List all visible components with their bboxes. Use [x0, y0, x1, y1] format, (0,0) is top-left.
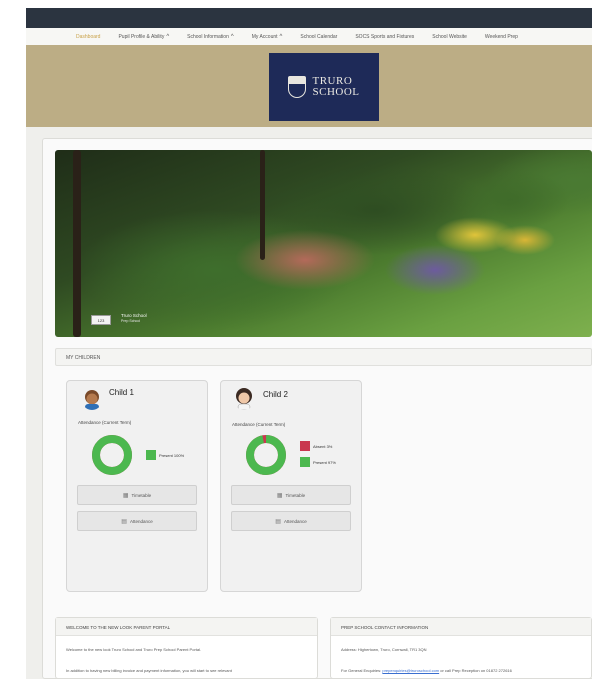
- main-nav: Dashboard Pupil Profile & Ability ^ School …: [26, 28, 592, 45]
- hero-school-subtitle: Prep School: [121, 319, 141, 323]
- welcome-text: In addition to having new billing invoic…: [66, 668, 232, 673]
- legend-present-swatch: [146, 450, 156, 460]
- contact-panel: PREP SCHOOL CONTACT INFORMATION Address:…: [330, 617, 592, 679]
- hero-tree-trunk: [73, 150, 81, 337]
- top-bar: [26, 8, 592, 28]
- attendance-donut: [92, 435, 132, 475]
- nav-item-school-website[interactable]: School Website: [432, 34, 467, 40]
- child-name[interactable]: Child 2: [263, 390, 288, 399]
- nav-item-label: School Calendar: [300, 33, 338, 40]
- my-children-header: MY CHILDREN: [55, 348, 592, 366]
- grid-icon: ▤: [275, 518, 281, 525]
- attendance-button-label: Attendance: [283, 518, 307, 524]
- nav-item-socs-sports-and-fixtures[interactable]: SOCS Sports and Fixtures: [355, 34, 414, 40]
- nav-item-my-account[interactable]: My Account ^: [252, 34, 283, 40]
- nav-item-school-calendar[interactable]: School Calendar: [300, 34, 337, 40]
- hero-badge: 123: [91, 315, 111, 325]
- nav-item-label: School Information: [187, 33, 229, 40]
- calendar-icon: ▦: [276, 492, 283, 499]
- nav-item-label: SOCS Sports and Fixtures: [355, 33, 415, 40]
- chevron-up-icon: ^: [279, 33, 283, 40]
- chevron-up-icon: ^: [166, 33, 170, 40]
- logo-text: TRURO SCHOOL: [312, 76, 359, 98]
- attendance-button[interactable]: ▤ Attendance: [77, 511, 197, 531]
- school-crest-icon: [288, 76, 307, 98]
- hero-school-name: Truro School: [121, 313, 147, 318]
- contact-enquiries-prefix: For General Enquiries:: [341, 668, 382, 673]
- legend-present-label: Present 100%: [159, 453, 185, 458]
- timetable-button[interactable]: ▦ Timetable: [77, 485, 197, 505]
- legend-present-label: Present 97%: [313, 460, 336, 465]
- legend-present-swatch: [300, 457, 310, 467]
- contact-enquiries: For General Enquiries: prepenquiries@tru…: [341, 668, 512, 673]
- contact-address: Address: Highertown, Truro, Cornwall, TR…: [341, 647, 427, 652]
- donut-present-slice: [92, 435, 132, 475]
- child-avatar-icon: [236, 388, 252, 410]
- timetable-button[interactable]: ▦ Timetable: [231, 485, 351, 505]
- timetable-button-label: Timetable: [131, 492, 152, 498]
- nav-item-weekend-prep[interactable]: Weekend Prep: [485, 34, 518, 40]
- grid-icon: ▤: [121, 518, 127, 525]
- hero-tree-trunk: [260, 150, 265, 260]
- nav-item-label: Pupil Profile & Ability: [118, 33, 165, 40]
- nav-item-school-information[interactable]: School Information ^: [187, 34, 234, 40]
- timetable-button-label: Timetable: [285, 492, 306, 498]
- welcome-title: WELCOME TO THE NEW LOOK PARENT PORTAL: [56, 618, 317, 636]
- calendar-icon: ▦: [122, 492, 129, 499]
- donut-present-slice: [246, 435, 286, 475]
- legend-absent-label: Absent 3%: [313, 444, 333, 449]
- hero-image: [55, 150, 592, 337]
- attendance-donut: [246, 435, 286, 475]
- contact-title: PREP SCHOOL CONTACT INFORMATION: [331, 618, 591, 636]
- nav-item-dashboard[interactable]: Dashboard: [76, 34, 100, 40]
- attendance-label: Attendance (Current Term): [78, 420, 132, 425]
- attendance-button-label: Attendance: [129, 518, 153, 524]
- welcome-panel: WELCOME TO THE NEW LOOK PARENT PORTAL We…: [55, 617, 318, 679]
- attendance-button[interactable]: ▤ Attendance: [231, 511, 351, 531]
- nav-item-pupil-profile-ability[interactable]: Pupil Profile & Ability ^: [118, 34, 169, 40]
- welcome-text: Welcome to the new look Truro School and…: [66, 647, 202, 652]
- child-avatar-icon: [85, 390, 99, 410]
- nav-item-label: My Account: [251, 33, 278, 40]
- school-logo[interactable]: TRURO SCHOOL: [269, 53, 379, 121]
- contact-enquiries-suffix: or call Prep Reception on 01872 272616: [440, 668, 512, 673]
- chevron-up-icon: ^: [230, 33, 234, 40]
- logo-line-2: SCHOOL: [312, 86, 360, 98]
- contact-email-link[interactable]: prepenquiries@truroschool.com: [382, 668, 439, 673]
- nav-item-label: Weekend Prep: [484, 33, 518, 40]
- attendance-label: Attendance (Current Term): [232, 422, 286, 427]
- legend-absent-swatch: [300, 441, 310, 451]
- child-name[interactable]: Child 1: [109, 388, 134, 397]
- nav-item-label: Dashboard: [76, 33, 101, 40]
- nav-item-label: School Website: [432, 33, 467, 40]
